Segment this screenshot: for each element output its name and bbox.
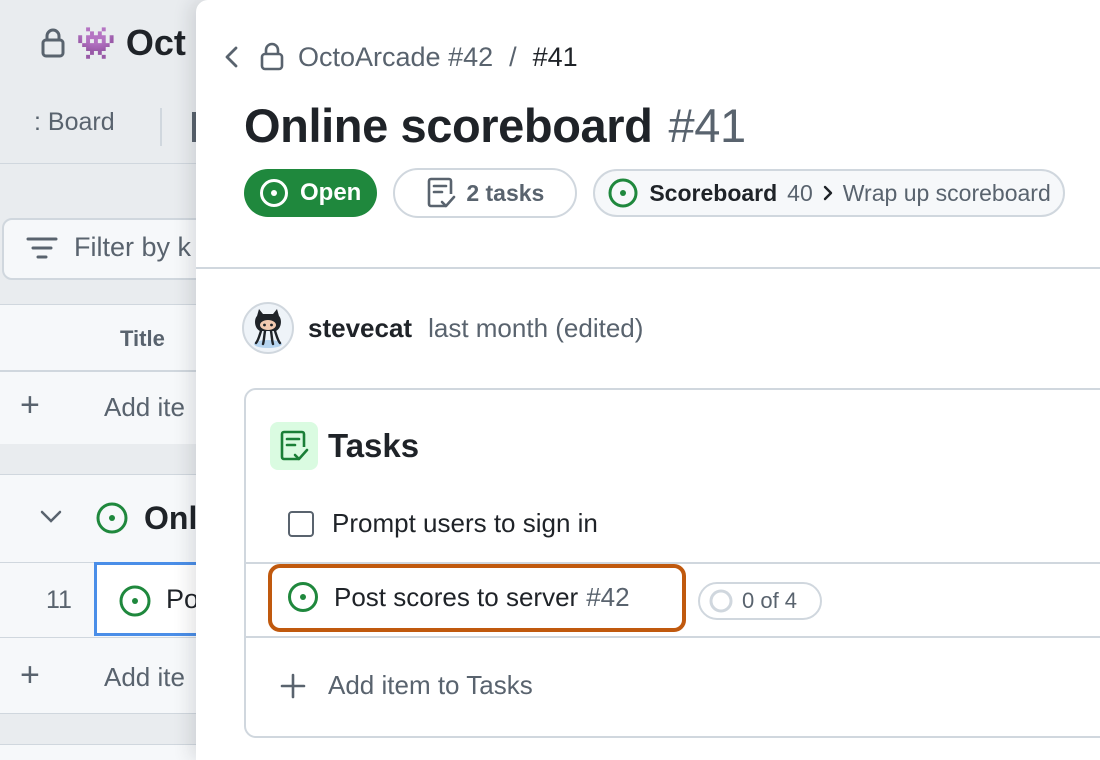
issue-side-panel: OctoArcade #42 / #41 Online scoreboard #4… xyxy=(196,0,1100,760)
issue-number: #41 xyxy=(668,99,746,152)
add-item-button[interactable]: Add ite xyxy=(104,392,185,423)
parent-issue-name: Scoreboard xyxy=(649,179,778,206)
tasklist-header: Tasks xyxy=(270,422,419,470)
issue-open-icon xyxy=(96,502,128,534)
status-badge[interactable]: Open xyxy=(244,169,378,217)
lock-icon xyxy=(41,28,65,58)
chevron-left-icon[interactable] xyxy=(220,42,244,72)
add-item-button[interactable]: Add ite xyxy=(104,662,185,693)
comment-header: stevecat last month (edited) xyxy=(242,302,643,354)
status-badge-label: Open xyxy=(300,179,362,206)
next-group-header xyxy=(0,744,200,760)
octocat-avatar xyxy=(254,309,282,348)
author-username[interactable]: stevecat xyxy=(308,313,412,344)
tracked-issue-number[interactable]: #42 xyxy=(586,582,629,613)
parent-issue-subtitle: Wrap up scoreboard xyxy=(842,179,1051,206)
avatar[interactable] xyxy=(242,302,294,354)
plus-icon xyxy=(280,673,306,698)
column-header-title[interactable]: Title xyxy=(120,326,165,352)
row-number: 11 xyxy=(46,586,72,614)
tab-separator xyxy=(160,108,162,146)
tab-board[interactable]: : Board xyxy=(34,108,115,137)
plus-icon[interactable]: + xyxy=(20,656,40,695)
tracked-issue-link[interactable]: Post scores to server xyxy=(334,582,578,613)
breadcrumb-current: #41 xyxy=(532,41,578,72)
row-title[interactable]: Po xyxy=(166,584,199,615)
parent-issue-link[interactable]: Scoreboard 40 Wrap up scoreboard xyxy=(593,169,1065,217)
plus-icon[interactable]: + xyxy=(20,386,40,425)
chevron-down-icon[interactable] xyxy=(38,504,64,530)
issue-open-icon xyxy=(608,178,638,208)
add-item-label: Add item to Tasks xyxy=(328,670,533,700)
filter-placeholder: Filter by k xyxy=(74,232,192,262)
progress-label: 0 of 4 xyxy=(742,588,798,613)
page-title: Online scoreboard #41 xyxy=(244,98,746,153)
divider xyxy=(196,267,1100,269)
issue-open-icon xyxy=(260,179,288,207)
add-item-button[interactable]: Add item to Tasks xyxy=(280,670,533,701)
chevron-right-icon xyxy=(823,185,832,201)
breadcrumb-separator: / xyxy=(509,41,517,72)
breadcrumb-repo-link[interactable]: OctoArcade #42 xyxy=(298,42,493,73)
tab-board-label: Board xyxy=(47,108,115,136)
issue-badges: Open 2 tasks Scoreboard 40 Wrap up score… xyxy=(244,168,1065,218)
tasklist-icon xyxy=(428,177,456,208)
issue-open-icon xyxy=(288,582,318,612)
parent-issue-number: 40 xyxy=(787,179,813,206)
row-divider xyxy=(246,636,1100,638)
group-title: Onl xyxy=(144,500,198,536)
row-divider xyxy=(0,370,200,372)
tasklist-title: Tasks xyxy=(328,427,420,464)
comment-timestamp[interactable]: last month (edited) xyxy=(428,313,643,344)
tasks-count-label: 2 tasks xyxy=(466,179,545,206)
breadcrumb: OctoArcade #42 / #41 xyxy=(220,38,578,76)
list-item: Post scores to server #42 xyxy=(286,580,630,614)
task-checkbox[interactable] xyxy=(288,510,314,537)
lock-icon xyxy=(260,42,284,71)
tasks-count-button[interactable]: 2 tasks xyxy=(393,168,578,218)
progress-badge[interactable]: 0 of 4 xyxy=(698,582,822,620)
list-item: Prompt users to sign in xyxy=(288,508,598,539)
task-label: Prompt users to sign in xyxy=(332,508,598,538)
project-title-text: Oct xyxy=(125,22,186,63)
alien-emoji-icon: 👾 xyxy=(76,25,116,61)
issue-title: Online scoreboard xyxy=(244,99,653,152)
tasklist-block: Tasks Prompt users to sign in Post score… xyxy=(244,388,1100,738)
tasklist-icon xyxy=(270,422,318,470)
issue-open-icon xyxy=(119,585,151,617)
project-title: 👾 Oct xyxy=(40,22,186,64)
filter-icon xyxy=(26,237,58,259)
progress-circle-icon xyxy=(709,589,733,613)
